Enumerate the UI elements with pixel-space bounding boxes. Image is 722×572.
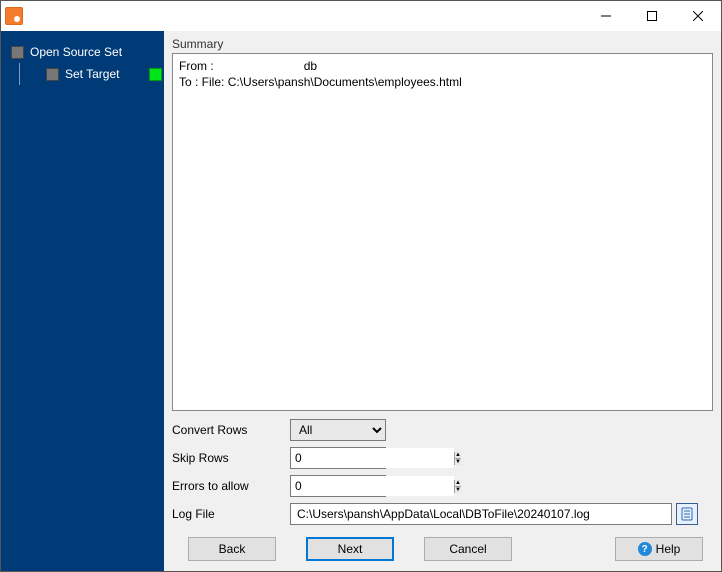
step-box-icon — [11, 46, 24, 59]
sidebar-item-open-source-set[interactable]: Open Source Set — [7, 41, 164, 63]
errors-allow-up-icon[interactable]: ▲ — [455, 480, 461, 487]
maximize-button[interactable] — [629, 1, 675, 31]
step-box-icon — [46, 68, 59, 81]
next-button-label: Next — [338, 542, 363, 556]
errors-allow-label: Errors to allow — [172, 479, 290, 493]
sidebar-item-label: Open Source Set — [30, 45, 122, 59]
convert-rows-label: Convert Rows — [172, 423, 290, 437]
main-panel: Summary From : db To : File: C:\Users\pa… — [164, 31, 721, 571]
wizard-button-bar: Back Next Cancel ? Help — [172, 525, 713, 563]
summary-heading: Summary — [172, 37, 713, 51]
next-button[interactable]: Next — [306, 537, 394, 561]
log-file-browse-button[interactable] — [676, 503, 698, 525]
summary-from-label: From : — [179, 59, 214, 73]
back-button-label: Back — [219, 542, 246, 556]
minimize-button[interactable] — [583, 1, 629, 31]
options-form: Convert Rows All Skip Rows ▲ ▼ Errors to… — [172, 419, 713, 525]
skip-rows-down-icon[interactable]: ▼ — [455, 459, 461, 465]
help-icon: ? — [638, 542, 652, 556]
cancel-button[interactable]: Cancel — [424, 537, 512, 561]
skip-rows-input[interactable] — [291, 448, 454, 468]
close-button[interactable] — [675, 1, 721, 31]
skip-rows-label: Skip Rows — [172, 451, 290, 465]
app-window: Open Source Set Set Target Summary Conve… — [0, 0, 722, 572]
convert-rows-dropdown[interactable]: All — [290, 419, 386, 441]
errors-allow-down-icon[interactable]: ▼ — [455, 487, 461, 493]
wizard-sidebar: Open Source Set Set Target Summary Conve… — [1, 31, 164, 571]
cancel-button-label: Cancel — [449, 542, 486, 556]
errors-allow-input[interactable] — [291, 476, 454, 496]
summary-to-label: To : File: — [179, 75, 224, 89]
step-box-icon-active — [149, 68, 162, 81]
log-file-input[interactable] — [290, 503, 672, 525]
skip-rows-spinner[interactable]: ▲ ▼ — [290, 447, 386, 469]
body-area: Open Source Set Set Target Summary Conve… — [1, 31, 721, 571]
summary-textarea[interactable]: From : db To : File: C:\Users\pansh\Docu… — [172, 53, 713, 411]
skip-rows-up-icon[interactable]: ▲ — [455, 452, 461, 459]
titlebar — [1, 1, 721, 31]
sidebar-item-set-target[interactable]: Set Target — [20, 63, 123, 85]
log-file-label: Log File — [172, 507, 290, 521]
sidebar-item-label: Set Target — [65, 67, 119, 81]
convert-rows-select[interactable]: All — [290, 419, 713, 441]
app-icon — [5, 7, 23, 25]
window-controls — [583, 1, 721, 31]
summary-to-value: C:\Users\pansh\Documents\employees.html — [228, 75, 462, 89]
errors-allow-spinner[interactable]: ▲ ▼ — [290, 475, 386, 497]
back-button[interactable]: Back — [188, 537, 276, 561]
summary-from-value: db — [304, 59, 317, 73]
help-button-label: Help — [656, 542, 681, 556]
document-icon — [680, 507, 694, 521]
help-button[interactable]: ? Help — [615, 537, 703, 561]
